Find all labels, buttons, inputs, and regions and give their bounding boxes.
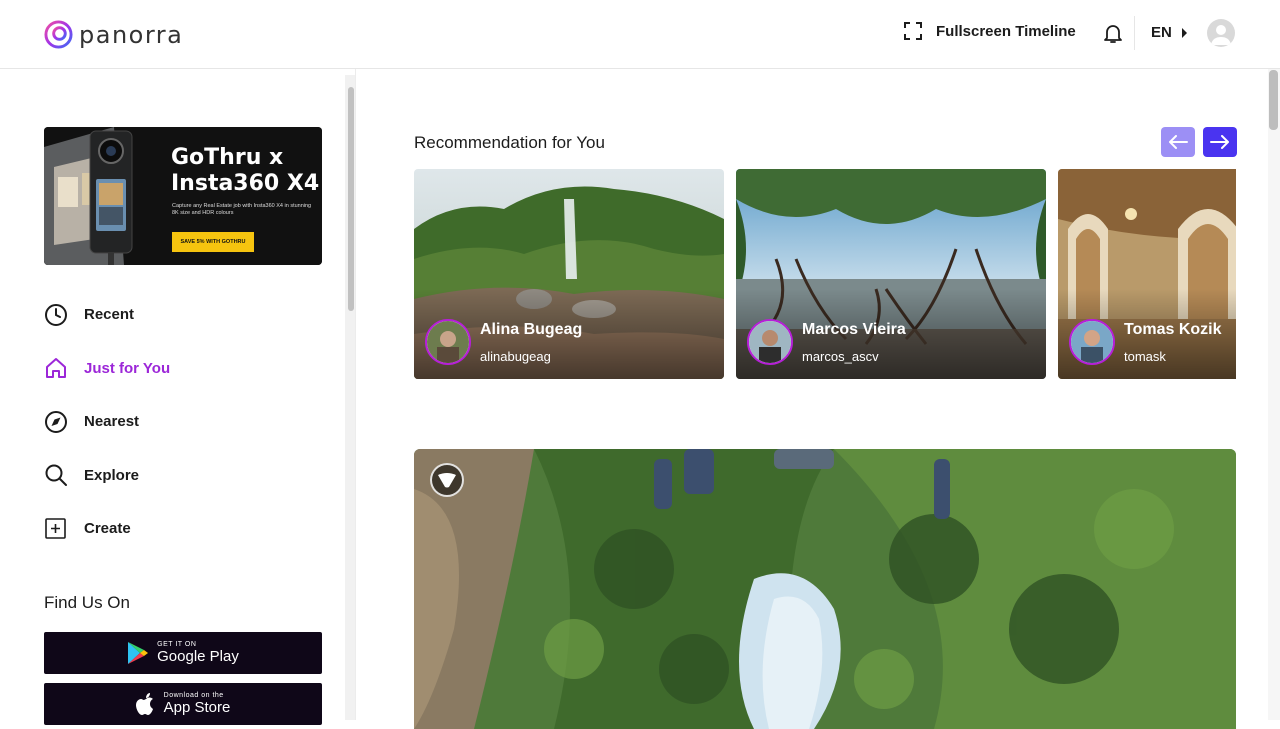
promo-banner[interactable]: GoThru x Insta360 X4 Capture any Real Es… [44,127,322,265]
google-play-text: GET IT ON Google Play [157,641,239,665]
home-icon [46,358,66,379]
nav-label-just-for-you: Just for You [84,359,171,377]
card-author-name: Alina Bugeag [480,321,583,338]
nav-label-nearest: Nearest [84,413,140,431]
arrow-right-icon [1210,135,1229,149]
recommendation-card[interactable]: Marcos Vieira marcos_ascv [736,169,1046,379]
promo-title-line1: GoThru x [171,145,284,170]
avatar-photo [749,321,791,363]
promo-body: Capture any Real Estate job with Insta36… [172,203,312,216]
search-icon [45,464,67,487]
recommendation-card[interactable]: Alina Bugeag alinabugeag [414,169,724,379]
recommendation-title: Recommendation for You [414,133,605,152]
card-author-handle: alinabugeag [480,349,551,364]
promo-cta-button[interactable]: SAVE 5% WITH GOTHRU [172,232,254,252]
nav-label-explore: Explore [84,466,140,484]
main-scrollbar[interactable] [1268,69,1280,720]
main-content: Recommendation for You Alina Bugeag alin… [357,69,1268,729]
header-divider [1134,16,1135,50]
arrow-left-icon [1169,135,1188,149]
user-silhouette-icon [1211,25,1231,45]
nav-item-recent[interactable]: Recent [44,288,324,342]
sidebar-scrollbar-thumb[interactable] [348,87,354,311]
plus-square-icon [45,517,66,539]
panorama-360-badge [430,463,464,497]
panorama-post-viewer[interactable] [414,449,1236,729]
card-author-handle: tomask [1124,349,1166,364]
nav-item-just-for-you[interactable]: Just for You [44,342,324,396]
app-store-big: App Store [163,699,231,716]
nav-label-recent: Recent [84,306,135,324]
language-label: EN [1151,24,1172,41]
logo-mark-icon [44,20,73,49]
carousel-prev-button[interactable] [1161,127,1195,157]
compass-icon [45,410,67,433]
avatar [747,319,793,365]
user-avatar[interactable] [1207,19,1235,47]
panorama-360-icon [438,473,456,488]
main-scrollbar-thumb[interactable] [1269,70,1278,130]
avatar [425,319,471,365]
avatar-photo [1071,321,1113,363]
language-selector[interactable]: EN [1151,24,1187,41]
sidebar-nav: Recent Just for You Nearest Explore Crea… [44,288,324,556]
nav-item-nearest[interactable]: Nearest [44,395,324,449]
fullscreen-label: Fullscreen Timeline [936,22,1076,40]
app-store-button[interactable]: Download on the App Store [44,683,322,725]
google-play-big: Google Play [157,648,239,665]
fullscreen-timeline-button[interactable]: Fullscreen Timeline [904,22,1076,40]
brand-name: panorra [79,20,184,49]
avatar [1069,319,1115,365]
google-play-button[interactable]: GET IT ON Google Play [44,632,322,674]
google-play-icon [128,642,149,664]
caret-right-icon [1181,27,1187,38]
nav-label-create: Create [84,520,131,538]
clock-icon [45,303,67,326]
card-author-name: Tomas Kozik [1124,321,1222,338]
app-store-text: Download on the App Store [164,692,231,716]
promo-title-line2: Insta360 X4 [171,171,320,196]
card-author-name: Marcos Vieira [802,321,906,338]
apple-icon [135,693,153,715]
panorama-post-image [414,449,1236,729]
nav-item-explore[interactable]: Explore [44,449,324,503]
logo[interactable]: panorra [44,20,183,49]
fullscreen-icon [904,22,922,40]
carousel-next-button[interactable] [1203,127,1237,157]
nav-item-create[interactable]: Create [44,502,324,556]
bell-icon[interactable] [1101,21,1125,45]
card-author-handle: marcos_ascv [802,349,879,364]
recommendation-card[interactable]: Tomas Kozik tomask [1058,169,1236,379]
find-us-title: Find Us On [44,593,130,612]
recommendation-carousel: Alina Bugeag alinabugeag Marcos Vieira m… [414,169,1236,379]
sidebar: GoThru x Insta360 X4 Capture any Real Es… [0,69,356,725]
avatar-photo [427,321,469,363]
top-header: panorra Fullscreen Timeline EN [0,0,1280,69]
